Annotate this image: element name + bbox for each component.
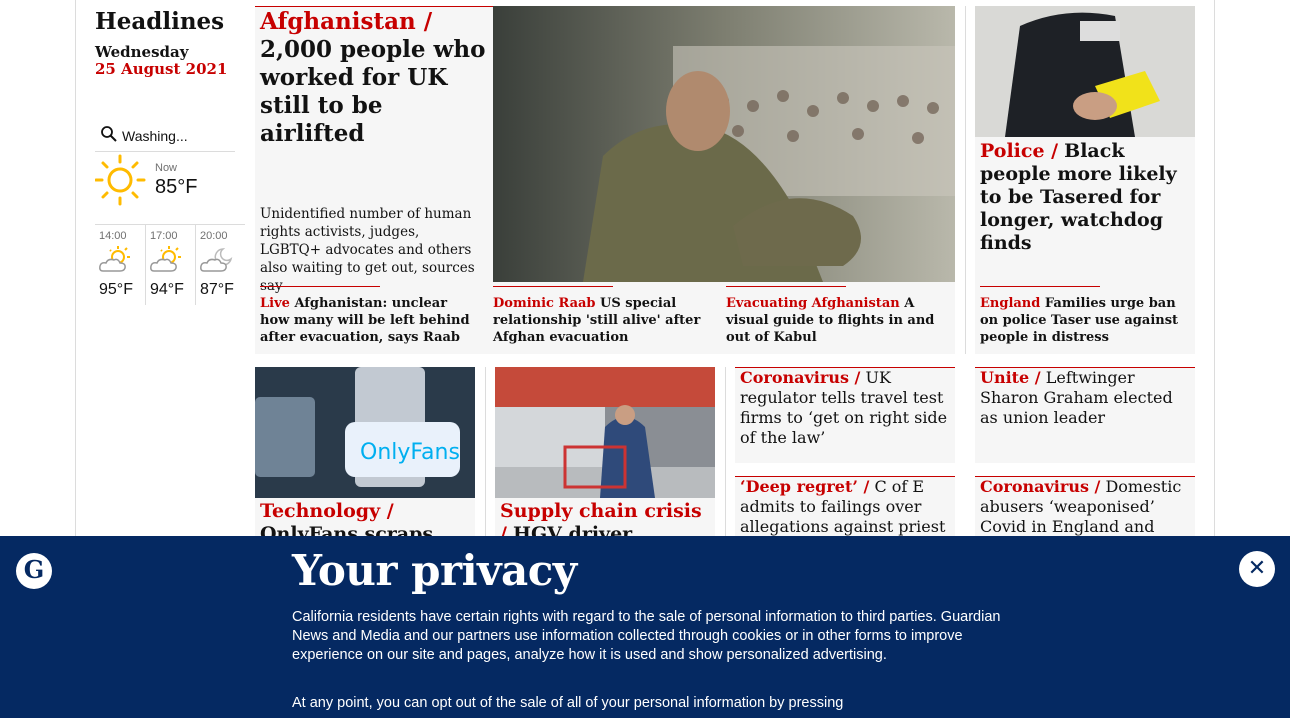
onlyfans-image[interactable]: OnlyFans — [255, 367, 475, 498]
forecast-slot: 14:00 95°F — [95, 225, 145, 305]
forecast-temp: 95°F — [99, 281, 133, 298]
lead-sublink[interactable]: Evacuating Afghanistan A visual guide to… — [726, 286, 951, 346]
sublink-kicker: Evacuating Afghanistan — [726, 296, 900, 311]
domestic-abuse-kicker: Coronavirus / — [980, 477, 1101, 496]
unite-headline[interactable]: Unite / Leftwinger Sharon Graham elected… — [980, 368, 1192, 428]
weather-forecast: 14:00 95°F 17:00 94°F 20:00 87°F — [95, 224, 245, 305]
forecast-time: 20:00 — [199, 230, 228, 242]
supermarket-image[interactable] — [495, 367, 715, 498]
sublink-text: Afghanistan: unclear how many will be le… — [260, 296, 470, 345]
column-divider — [485, 367, 486, 547]
domestic-abuse-headline[interactable]: Coronavirus / Domestic abusers ‘weaponis… — [980, 477, 1192, 537]
section-title: Headlines — [95, 8, 225, 35]
sun-cloud-icon — [149, 245, 185, 279]
lead-headline-text: 2,000 people who worked for UK still to … — [260, 36, 486, 147]
police-sublink[interactable]: England Families urge ban on police Tase… — [980, 286, 1190, 346]
technology-kicker: Technology / — [260, 500, 394, 522]
police-kicker: Police / — [980, 140, 1059, 162]
forecast-slot: 20:00 87°F — [194, 225, 245, 305]
sun-icon — [94, 154, 147, 210]
date-full: 25 August 2021 — [95, 60, 228, 78]
privacy-title: Your privacy — [292, 546, 577, 595]
column-divider — [725, 367, 726, 547]
sublink-kicker: Dominic Raab — [493, 296, 596, 311]
weather-now: Now 85°F — [94, 152, 235, 224]
now-temperature: 85°F — [155, 176, 198, 198]
column-divider — [965, 6, 966, 354]
coronavirus-kicker: Coronavirus / — [740, 368, 861, 387]
sublink-kicker: Live — [260, 296, 290, 311]
forecast-time: 14:00 — [99, 230, 127, 242]
lead-standfirst: Unidentified number of human rights acti… — [260, 206, 475, 294]
date-day: Wednesday — [95, 43, 189, 61]
privacy-body-optout: At any point, you can opt out of the sal… — [292, 695, 844, 711]
now-label: Now — [155, 162, 178, 174]
forecast-slot: 17:00 94°F — [144, 225, 195, 305]
sun-cloud-icon — [98, 245, 134, 279]
lead-sublink[interactable]: Live Afghanistan: unclear how many will … — [260, 286, 475, 346]
weather-location-search[interactable] — [95, 120, 235, 152]
police-headline[interactable]: Police / Black people more likely to be … — [980, 140, 1190, 255]
forecast-temp: 94°F — [149, 281, 184, 298]
forecast-temp: 87°F — [199, 281, 234, 298]
lead-headline[interactable]: Afghanistan / 2,000 people who worked fo… — [260, 8, 488, 148]
lead-sublink[interactable]: Dominic Raab US special relationship 'st… — [493, 286, 718, 346]
lead-image[interactable] — [493, 6, 955, 282]
c-of-e-headline[interactable]: ‘Deep regret’ / C of E admits to failing… — [740, 477, 952, 537]
unite-kicker: Unite / — [980, 368, 1041, 387]
privacy-banner: G Your privacy California residents have… — [0, 536, 1290, 718]
forecast-time: 17:00 — [149, 230, 178, 242]
close-icon[interactable]: ✕ — [1239, 551, 1275, 587]
lead-kicker: Afghanistan / — [260, 8, 433, 35]
search-icon — [100, 125, 122, 147]
privacy-body: California residents have certain rights… — [292, 609, 1001, 663]
coronavirus-headline[interactable]: Coronavirus / UK regulator tells travel … — [740, 368, 952, 448]
moon-cloud-icon — [199, 245, 235, 279]
svg-text:OnlyFans: OnlyFans — [360, 440, 460, 465]
police-image[interactable] — [975, 6, 1195, 137]
location-input[interactable] — [122, 127, 232, 144]
sublink-kicker: England — [980, 296, 1041, 311]
guardian-logo-icon: G — [16, 553, 52, 589]
c-of-e-kicker: ‘Deep regret’ / — [740, 477, 870, 496]
